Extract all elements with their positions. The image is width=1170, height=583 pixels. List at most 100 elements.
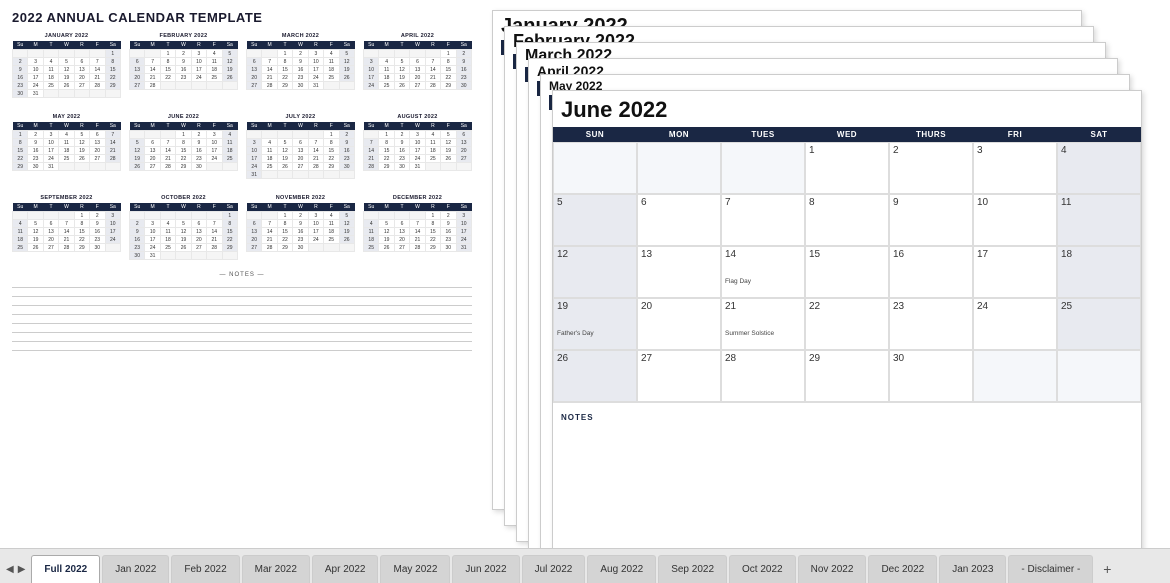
mini-cal-cell: 11 [262, 147, 277, 155]
day-number: 3 [977, 145, 1053, 156]
mini-cal-cell: 7 [145, 58, 160, 66]
tab-7[interactable]: Jul 2022 [522, 555, 586, 583]
mini-cal-cell [43, 90, 58, 98]
mini-cal-cell: 30 [456, 82, 471, 90]
mini-cal-cell [191, 82, 206, 90]
mini-cal-cell: 9 [441, 220, 456, 228]
mini-cal-cell: 29 [13, 163, 28, 171]
mini-cal-cell: 25 [379, 82, 394, 90]
mini-cal-hdr: T [160, 122, 175, 131]
mini-cal-cell: 24 [308, 236, 323, 244]
mini-cal-cell: 16 [13, 74, 28, 82]
tab-2[interactable]: Feb 2022 [171, 555, 239, 583]
mini-cal-cell [130, 50, 145, 58]
tab-6[interactable]: Jun 2022 [452, 555, 519, 583]
mini-cal-cell: 23 [456, 74, 471, 82]
mini-cal-hdr: W [410, 122, 425, 131]
mini-cal-cell: 25 [364, 244, 379, 252]
mini-cal-hdr: F [441, 203, 456, 212]
mini-cal-cell [222, 82, 237, 90]
mini-cal-table-6: SuMTWRFSa1234567891011121314151617181920… [246, 122, 355, 179]
mini-cal-title-8: SEPTEMBER 2022 [12, 195, 121, 201]
mini-cal-cell: 20 [130, 74, 145, 82]
tab-10[interactable]: Oct 2022 [729, 555, 796, 583]
mini-cal-cell: 23 [176, 74, 191, 82]
mini-cal-cell: 21 [160, 155, 175, 163]
mini-cal-cell: 3 [410, 131, 425, 139]
tab-8[interactable]: Aug 2022 [587, 555, 656, 583]
tab-add-button[interactable]: + [1095, 555, 1119, 583]
mini-cal-title-11: DECEMBER 2022 [363, 195, 472, 201]
mini-cal-cell: 25 [324, 74, 339, 82]
mini-cal-cell: 1 [74, 212, 89, 220]
mini-cal-cell [28, 212, 43, 220]
mini-cal-cell: 9 [293, 220, 308, 228]
mini-cal-cell: 24 [207, 155, 222, 163]
mini-cal-hdr: R [74, 41, 89, 50]
mini-cal-cell: 7 [262, 58, 277, 66]
mini-cal-cell: 20 [90, 147, 105, 155]
tab-14[interactable]: - Disclaimer - [1008, 555, 1093, 583]
mini-cal-cell: 30 [191, 163, 206, 171]
mini-cal-cell [176, 252, 191, 260]
tab-1[interactable]: Jan 2022 [102, 555, 169, 583]
tab-nav-left[interactable]: ◀ [4, 564, 16, 575]
mini-cal-cell: 7 [90, 58, 105, 66]
mini-cal-cell: 15 [441, 66, 456, 74]
tab-nav-right[interactable]: ▶ [16, 564, 28, 575]
mini-cal-cell: 15 [425, 228, 440, 236]
mini-cal-cell [364, 50, 379, 58]
mini-cal-cell: 20 [456, 147, 471, 155]
mini-cal-cell: 17 [456, 228, 471, 236]
mini-cal-cell [130, 131, 145, 139]
mini-cal-cell [308, 131, 323, 139]
mini-cal-cell: 20 [191, 236, 206, 244]
tab-12[interactable]: Dec 2022 [868, 555, 937, 583]
mini-cal-hdr: W [176, 122, 191, 131]
mini-cal-cell: 9 [176, 58, 191, 66]
mini-cal-hdr: Su [364, 41, 379, 50]
mini-cal-cell [247, 50, 262, 58]
day-number: 25 [1061, 301, 1137, 312]
tab-3[interactable]: Mar 2022 [242, 555, 310, 583]
tab-11[interactable]: Nov 2022 [798, 555, 867, 583]
june-cell: 1 [805, 142, 889, 194]
mini-cal-cell [28, 50, 43, 58]
tab-13[interactable]: Jan 2023 [939, 555, 1006, 583]
mini-cal-cell [441, 163, 456, 171]
mini-cal-cell: 10 [308, 58, 323, 66]
tab-5[interactable]: May 2022 [380, 555, 450, 583]
mini-cal-cell: 13 [145, 147, 160, 155]
mini-cal-cell: 14 [425, 66, 440, 74]
mini-cal-cell: 23 [130, 244, 145, 252]
mini-cal-cell: 29 [324, 163, 339, 171]
tab-4[interactable]: Apr 2022 [312, 555, 379, 583]
mini-cal-cell [130, 212, 145, 220]
mini-cal-cell: 2 [13, 58, 28, 66]
mini-cal-cell: 2 [293, 212, 308, 220]
mini-cal-cell: 8 [277, 220, 292, 228]
mini-cal-cell [364, 212, 379, 220]
tab-9[interactable]: Sep 2022 [658, 555, 727, 583]
mini-cal-cell: 3 [308, 212, 323, 220]
day-number: 13 [641, 249, 717, 260]
mini-cal-cell: 1 [441, 50, 456, 58]
mini-cal-cell: 18 [379, 74, 394, 82]
june-cell: 15 [805, 246, 889, 298]
mini-cal-cell: 5 [441, 131, 456, 139]
mini-cal-hdr: M [379, 41, 394, 50]
mini-cal-hdr: Su [247, 203, 262, 212]
mini-cal-cell: 18 [425, 147, 440, 155]
mini-cal-cell [456, 163, 471, 171]
mini-cal-hdr: R [74, 203, 89, 212]
june-hdr: MON [637, 127, 721, 142]
mini-cal-cell [90, 163, 105, 171]
mini-cal-cell: 1 [160, 50, 175, 58]
mini-cal-hdr: Sa [456, 203, 471, 212]
tab-0[interactable]: Full 2022 [31, 555, 100, 583]
mini-cal-cell [247, 212, 262, 220]
mini-cal-cell: 24 [28, 82, 43, 90]
mini-cal-hdr: R [191, 41, 206, 50]
mini-cal-hdr: Su [130, 122, 145, 131]
mini-cal-table-2: SuMTWRFSa1234567891011121314151617181920… [246, 41, 355, 90]
